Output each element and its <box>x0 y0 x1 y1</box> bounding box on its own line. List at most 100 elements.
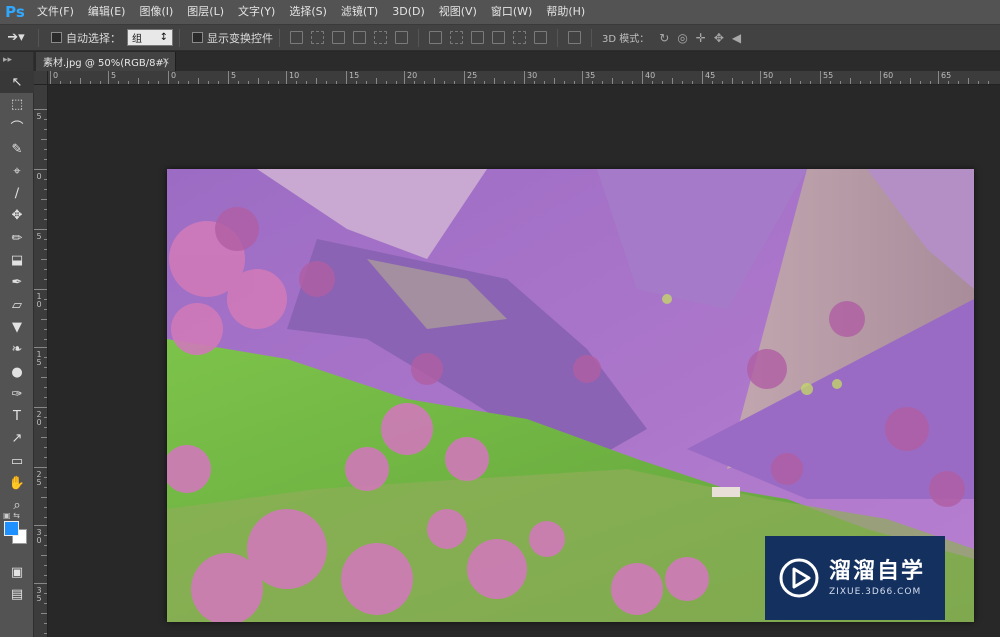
3d-scale-icon[interactable]: ◀ <box>732 31 741 45</box>
foreground-color-swatch[interactable] <box>4 520 19 536</box>
document-tab-bar: 素材.jpg @ 50%(RGB/8#) × <box>34 52 1000 71</box>
align-top-icon[interactable] <box>290 31 303 44</box>
distribute-right-icon[interactable] <box>534 31 547 44</box>
move-tool-icon[interactable]: ➔▾ <box>0 30 32 45</box>
ruler-minor-tick <box>44 249 47 250</box>
ruler-minor-tick <box>840 81 841 84</box>
ruler-minor-tick <box>44 329 47 330</box>
distribute-top-icon[interactable] <box>429 31 442 44</box>
close-icon[interactable]: × <box>162 56 170 67</box>
ruler-tick <box>938 71 939 84</box>
ruler-minor-tick <box>712 81 713 84</box>
menu-view[interactable]: 视图(V) <box>432 0 484 24</box>
ruler-minor-tick <box>554 78 555 84</box>
toolbox-collapse-icon[interactable]: ▸▸ <box>0 52 33 71</box>
ruler-minor-tick <box>44 279 47 280</box>
eraser-icon[interactable]: ▱ <box>0 294 34 316</box>
paint-bucket-icon[interactable]: ▼ <box>0 316 34 338</box>
menu-layer[interactable]: 图层(L) <box>180 0 231 24</box>
ruler-minor-tick <box>44 477 47 478</box>
ruler-minor-tick <box>414 81 415 84</box>
ruler-tick <box>34 229 47 230</box>
3d-rotate-icon[interactable]: ↻ <box>659 31 669 45</box>
3d-pan-icon[interactable]: ✛ <box>696 31 706 45</box>
quick-select-icon[interactable]: ✎ <box>0 138 34 160</box>
ruler-tick <box>168 71 169 84</box>
pen-icon[interactable]: ✑ <box>0 383 34 405</box>
3d-roll-icon[interactable]: ◎ <box>677 31 687 45</box>
ruler-minor-tick <box>692 81 693 84</box>
show-transform-checkbox[interactable] <box>192 32 203 43</box>
menu-edit[interactable]: 编辑(E) <box>81 0 133 24</box>
auto-select-dropdown[interactable]: 组 ↕ <box>127 29 173 46</box>
auto-align-icon[interactable] <box>568 31 581 44</box>
align-left-icon[interactable] <box>353 31 366 44</box>
distribute-left-icon[interactable] <box>492 31 505 44</box>
ruler-tick <box>34 169 47 170</box>
menu-select[interactable]: 选择(S) <box>282 0 334 24</box>
ruler-label: 3 0 <box>36 528 42 545</box>
align-bottom-icon[interactable] <box>332 31 345 44</box>
menu-help[interactable]: 帮助(H) <box>539 0 592 24</box>
ruler-minor-tick <box>148 81 149 84</box>
crop-icon[interactable]: ⌖ <box>0 160 34 182</box>
menu-image[interactable]: 图像(I) <box>132 0 180 24</box>
type-icon[interactable]: T <box>0 405 34 427</box>
marquee-icon[interactable]: ⬚ <box>0 93 34 115</box>
menu-window[interactable]: 窗口(W) <box>484 0 539 24</box>
distribute-hcenter-icon[interactable] <box>513 31 526 44</box>
align-hcenter-icon[interactable] <box>374 31 387 44</box>
shape-icon[interactable]: ▭ <box>0 450 34 472</box>
screen-mode-icon[interactable]: ▤ <box>0 583 34 605</box>
align-vcenter-icon[interactable] <box>311 31 324 44</box>
ruler-minor-tick <box>41 613 47 614</box>
show-transform-label: 显示变换控件 <box>207 31 273 45</box>
lasso-icon[interactable]: ⌒ <box>0 116 34 138</box>
ruler-minor-tick <box>592 81 593 84</box>
ruler-origin[interactable] <box>34 71 48 85</box>
ruler-minor-tick <box>44 517 47 518</box>
horizontal-ruler[interactable]: 0 5 0 5 10 15 20 25 30 35 40 45 50 55 60 65 <box>48 71 1000 85</box>
ruler-minor-tick <box>356 81 357 84</box>
3d-slide-icon[interactable]: ✥ <box>714 31 724 45</box>
move-tool-icon[interactable]: ↖ <box>0 71 34 94</box>
ruler-label: 40 <box>645 71 656 80</box>
menu-type[interactable]: 文字(Y) <box>231 0 282 24</box>
ruler-minor-tick <box>248 81 249 84</box>
distribute-bottom-icon[interactable] <box>471 31 484 44</box>
ruler-minor-tick <box>44 149 47 150</box>
auto-select-checkbox[interactable] <box>51 32 62 43</box>
ruler-minor-tick <box>44 535 47 536</box>
ruler-minor-tick <box>44 339 47 340</box>
hand-icon[interactable]: ✋ <box>0 472 34 494</box>
align-right-icon[interactable] <box>395 31 408 44</box>
menu-file[interactable]: 文件(F) <box>30 0 81 24</box>
dodge-icon[interactable]: ● <box>0 361 34 383</box>
menu-3d[interactable]: 3D(D) <box>385 0 432 24</box>
eyedropper-icon[interactable]: ∕ <box>0 182 34 204</box>
ruler-minor-tick <box>158 81 159 84</box>
ruler-minor-tick <box>41 497 47 498</box>
stamp-icon[interactable]: ⬓ <box>0 249 34 271</box>
quick-mask-icon[interactable]: ▣ <box>0 561 34 583</box>
ruler-minor-tick <box>208 81 209 84</box>
path-select-icon[interactable]: ↗ <box>0 428 34 450</box>
distribute-vcenter-icon[interactable] <box>450 31 463 44</box>
document-tab[interactable]: 素材.jpg @ 50%(RGB/8#) × <box>36 52 176 71</box>
ruler-minor-tick <box>44 209 47 210</box>
ruler-tick <box>464 71 465 84</box>
brush-icon[interactable]: ✏ <box>0 227 34 249</box>
canvas-area[interactable]: 溜溜自学 ZIXUE.3D66.COM <box>48 85 1000 637</box>
ruler-minor-tick <box>870 81 871 84</box>
blur-icon[interactable]: ❧ <box>0 339 34 361</box>
auto-select-label: 自动选择： <box>66 31 121 45</box>
history-brush-icon[interactable]: ✒ <box>0 272 34 294</box>
default-colors-icon[interactable]: ▣ ⇆ <box>3 511 20 520</box>
ruler-minor-tick <box>188 81 189 84</box>
menu-filter[interactable]: 滤镜(T) <box>334 0 385 24</box>
healing-icon[interactable]: ✥ <box>0 205 34 227</box>
photoshop-logo-icon[interactable]: Ps <box>0 0 30 24</box>
vertical-ruler[interactable]: 5 0 5 1 0 1 5 2 0 2 5 3 0 3 5 <box>34 85 48 637</box>
ruler-label: 20 <box>407 71 418 80</box>
ruler-label: 15 <box>349 71 360 80</box>
